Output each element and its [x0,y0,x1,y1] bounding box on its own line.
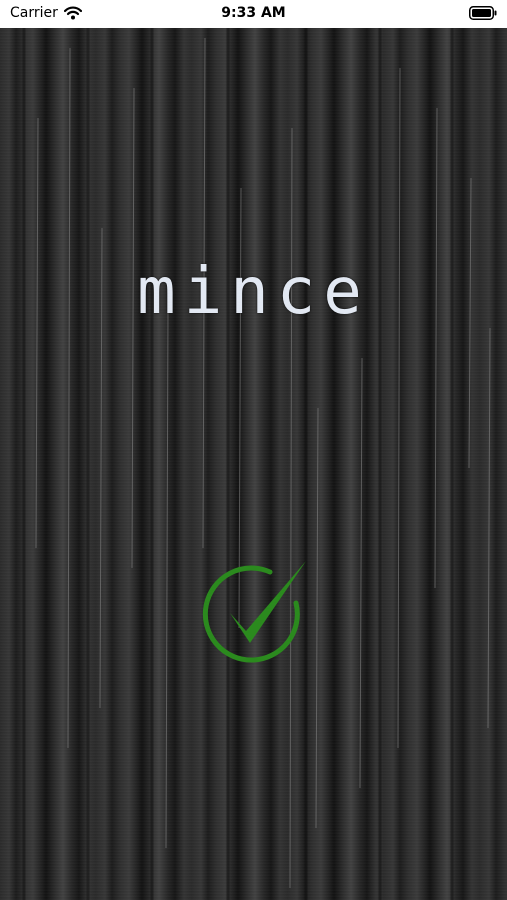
battery-icon [469,6,497,20]
status-right [469,6,497,24]
status-bar: Carrier 9:33 AM [0,0,507,28]
app-logo-text: mince [137,255,370,329]
brushed-metal-background [0,28,507,900]
checkmark-circle-icon [202,561,306,663]
background-texture [22,28,491,900]
status-time: 9:33 AM [221,5,286,21]
